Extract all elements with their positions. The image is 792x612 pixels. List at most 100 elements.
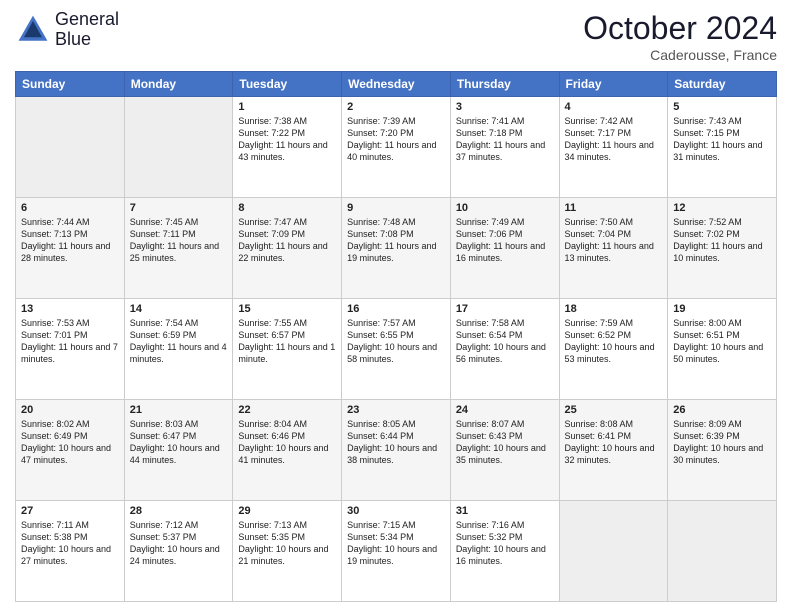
calendar-cell: 17 Sunrise: 7:58 AM Sunset: 6:54 PM Dayli… [450, 299, 559, 400]
calendar-week-row: 1 Sunrise: 7:38 AM Sunset: 7:22 PM Daylig… [16, 97, 777, 198]
day-info: Sunrise: 8:03 AM Sunset: 6:47 PM Dayligh… [130, 418, 228, 467]
weekday-header: Tuesday [233, 72, 342, 97]
day-number: 9 [347, 202, 445, 214]
day-info: Sunrise: 7:59 AM Sunset: 6:52 PM Dayligh… [565, 317, 663, 366]
calendar-cell: 14 Sunrise: 7:54 AM Sunset: 6:59 PM Dayli… [124, 299, 233, 400]
header: General Blue October 2024 Caderousse, Fr… [15, 10, 777, 63]
day-info: Sunrise: 7:58 AM Sunset: 6:54 PM Dayligh… [456, 317, 554, 366]
day-number: 11 [565, 202, 663, 214]
calendar-cell [124, 97, 233, 198]
day-info: Sunrise: 7:55 AM Sunset: 6:57 PM Dayligh… [238, 317, 336, 366]
calendar-cell: 23Sunrise: 8:05 AM Sunset: 6:44 PM Dayli… [342, 400, 451, 501]
calendar-table: SundayMondayTuesdayWednesdayThursdayFrid… [15, 71, 777, 602]
day-info: Sunrise: 7:42 AM Sunset: 7:17 PM Dayligh… [565, 115, 663, 164]
day-number: 31 [456, 505, 554, 517]
day-info: Sunrise: 8:02 AM Sunset: 6:49 PM Dayligh… [21, 418, 119, 467]
calendar-week-row: 27 Sunrise: 7:11 AM Sunset: 5:38 PM Dayli… [16, 501, 777, 602]
calendar-body: 1 Sunrise: 7:38 AM Sunset: 7:22 PM Daylig… [16, 97, 777, 602]
calendar-cell: 4 Sunrise: 7:42 AM Sunset: 7:17 PM Daylig… [559, 97, 668, 198]
calendar-cell: 30 Sunrise: 7:15 AM Sunset: 5:34 PM Dayli… [342, 501, 451, 602]
weekday-header-row: SundayMondayTuesdayWednesdayThursdayFrid… [16, 72, 777, 97]
weekday-header: Thursday [450, 72, 559, 97]
day-info: Sunrise: 7:16 AM Sunset: 5:32 PM Dayligh… [456, 519, 554, 568]
day-info: Sunrise: 8:00 AM Sunset: 6:51 PM Dayligh… [673, 317, 771, 366]
calendar-week-row: 6Sunrise: 7:44 AM Sunset: 7:13 PM Daylig… [16, 198, 777, 299]
calendar-cell: 6Sunrise: 7:44 AM Sunset: 7:13 PM Daylig… [16, 198, 125, 299]
calendar-cell: 9Sunrise: 7:48 AM Sunset: 7:08 PM Daylig… [342, 198, 451, 299]
day-info: Sunrise: 8:09 AM Sunset: 6:39 PM Dayligh… [673, 418, 771, 467]
day-number: 2 [347, 101, 445, 113]
day-info: Sunrise: 7:47 AM Sunset: 7:09 PM Dayligh… [238, 216, 336, 265]
calendar-cell: 13 Sunrise: 7:53 AM Sunset: 7:01 PM Dayli… [16, 299, 125, 400]
calendar-cell: 1 Sunrise: 7:38 AM Sunset: 7:22 PM Daylig… [233, 97, 342, 198]
calendar-cell [16, 97, 125, 198]
day-number: 25 [565, 404, 663, 416]
day-number: 6 [21, 202, 119, 214]
day-number: 27 [21, 505, 119, 517]
logo-icon [15, 12, 51, 48]
weekday-header: Sunday [16, 72, 125, 97]
day-number: 21 [130, 404, 228, 416]
weekday-header: Friday [559, 72, 668, 97]
calendar-cell: 19Sunrise: 8:00 AM Sunset: 6:51 PM Dayli… [668, 299, 777, 400]
day-number: 18 [565, 303, 663, 315]
calendar-cell: 15Sunrise: 7:55 AM Sunset: 6:57 PM Dayli… [233, 299, 342, 400]
day-info: Sunrise: 7:52 AM Sunset: 7:02 PM Dayligh… [673, 216, 771, 265]
day-number: 4 [565, 101, 663, 113]
day-info: Sunrise: 7:12 AM Sunset: 5:37 PM Dayligh… [130, 519, 228, 568]
day-number: 1 [238, 101, 336, 113]
day-number: 24 [456, 404, 554, 416]
calendar-cell: 27 Sunrise: 7:11 AM Sunset: 5:38 PM Dayli… [16, 501, 125, 602]
day-number: 28 [130, 505, 228, 517]
calendar-cell: 10Sunrise: 7:49 AM Sunset: 7:06 PM Dayli… [450, 198, 559, 299]
day-number: 14 [130, 303, 228, 315]
calendar-cell: 5 Sunrise: 7:43 AM Sunset: 7:15 PM Daylig… [668, 97, 777, 198]
day-number: 30 [347, 505, 445, 517]
calendar-cell [559, 501, 668, 602]
calendar-cell: 25 Sunrise: 8:08 AM Sunset: 6:41 PM Dayli… [559, 400, 668, 501]
day-info: Sunrise: 8:05 AM Sunset: 6:44 PM Dayligh… [347, 418, 445, 467]
day-number: 20 [21, 404, 119, 416]
day-number: 26 [673, 404, 771, 416]
day-number: 8 [238, 202, 336, 214]
calendar-cell: 26 Sunrise: 8:09 AM Sunset: 6:39 PM Dayli… [668, 400, 777, 501]
day-info: Sunrise: 7:57 AM Sunset: 6:55 PM Dayligh… [347, 317, 445, 366]
day-info: Sunrise: 7:54 AM Sunset: 6:59 PM Dayligh… [130, 317, 228, 366]
calendar-cell: 20 Sunrise: 8:02 AM Sunset: 6:49 PM Dayli… [16, 400, 125, 501]
location: Caderousse, France [583, 47, 777, 63]
day-info: Sunrise: 7:13 AM Sunset: 5:35 PM Dayligh… [238, 519, 336, 568]
day-info: Sunrise: 7:11 AM Sunset: 5:38 PM Dayligh… [21, 519, 119, 568]
day-info: Sunrise: 7:15 AM Sunset: 5:34 PM Dayligh… [347, 519, 445, 568]
calendar-cell: 3 Sunrise: 7:41 AM Sunset: 7:18 PM Daylig… [450, 97, 559, 198]
calendar-week-row: 13 Sunrise: 7:53 AM Sunset: 7:01 PM Dayli… [16, 299, 777, 400]
day-number: 10 [456, 202, 554, 214]
calendar-cell [668, 501, 777, 602]
day-info: Sunrise: 7:53 AM Sunset: 7:01 PM Dayligh… [21, 317, 119, 366]
calendar-cell: 12 Sunrise: 7:52 AM Sunset: 7:02 PM Dayli… [668, 198, 777, 299]
logo-text: General Blue [55, 10, 119, 50]
day-number: 17 [456, 303, 554, 315]
day-number: 22 [238, 404, 336, 416]
day-number: 3 [456, 101, 554, 113]
month-title: October 2024 [583, 10, 777, 47]
day-info: Sunrise: 7:43 AM Sunset: 7:15 PM Dayligh… [673, 115, 771, 164]
day-number: 29 [238, 505, 336, 517]
day-number: 7 [130, 202, 228, 214]
calendar-cell: 8 Sunrise: 7:47 AM Sunset: 7:09 PM Daylig… [233, 198, 342, 299]
calendar-cell: 7Sunrise: 7:45 AM Sunset: 7:11 PM Daylig… [124, 198, 233, 299]
calendar-cell: 11 Sunrise: 7:50 AM Sunset: 7:04 PM Dayli… [559, 198, 668, 299]
day-info: Sunrise: 7:38 AM Sunset: 7:22 PM Dayligh… [238, 115, 336, 164]
day-info: Sunrise: 8:07 AM Sunset: 6:43 PM Dayligh… [456, 418, 554, 467]
day-number: 5 [673, 101, 771, 113]
day-info: Sunrise: 7:39 AM Sunset: 7:20 PM Dayligh… [347, 115, 445, 164]
day-info: Sunrise: 7:50 AM Sunset: 7:04 PM Dayligh… [565, 216, 663, 265]
calendar-cell: 29 Sunrise: 7:13 AM Sunset: 5:35 PM Dayli… [233, 501, 342, 602]
calendar-cell: 22Sunrise: 8:04 AM Sunset: 6:46 PM Dayli… [233, 400, 342, 501]
weekday-header: Saturday [668, 72, 777, 97]
day-number: 13 [21, 303, 119, 315]
weekday-header: Wednesday [342, 72, 451, 97]
calendar-cell: 21 Sunrise: 8:03 AM Sunset: 6:47 PM Dayli… [124, 400, 233, 501]
day-number: 12 [673, 202, 771, 214]
day-info: Sunrise: 7:41 AM Sunset: 7:18 PM Dayligh… [456, 115, 554, 164]
day-info: Sunrise: 8:08 AM Sunset: 6:41 PM Dayligh… [565, 418, 663, 467]
